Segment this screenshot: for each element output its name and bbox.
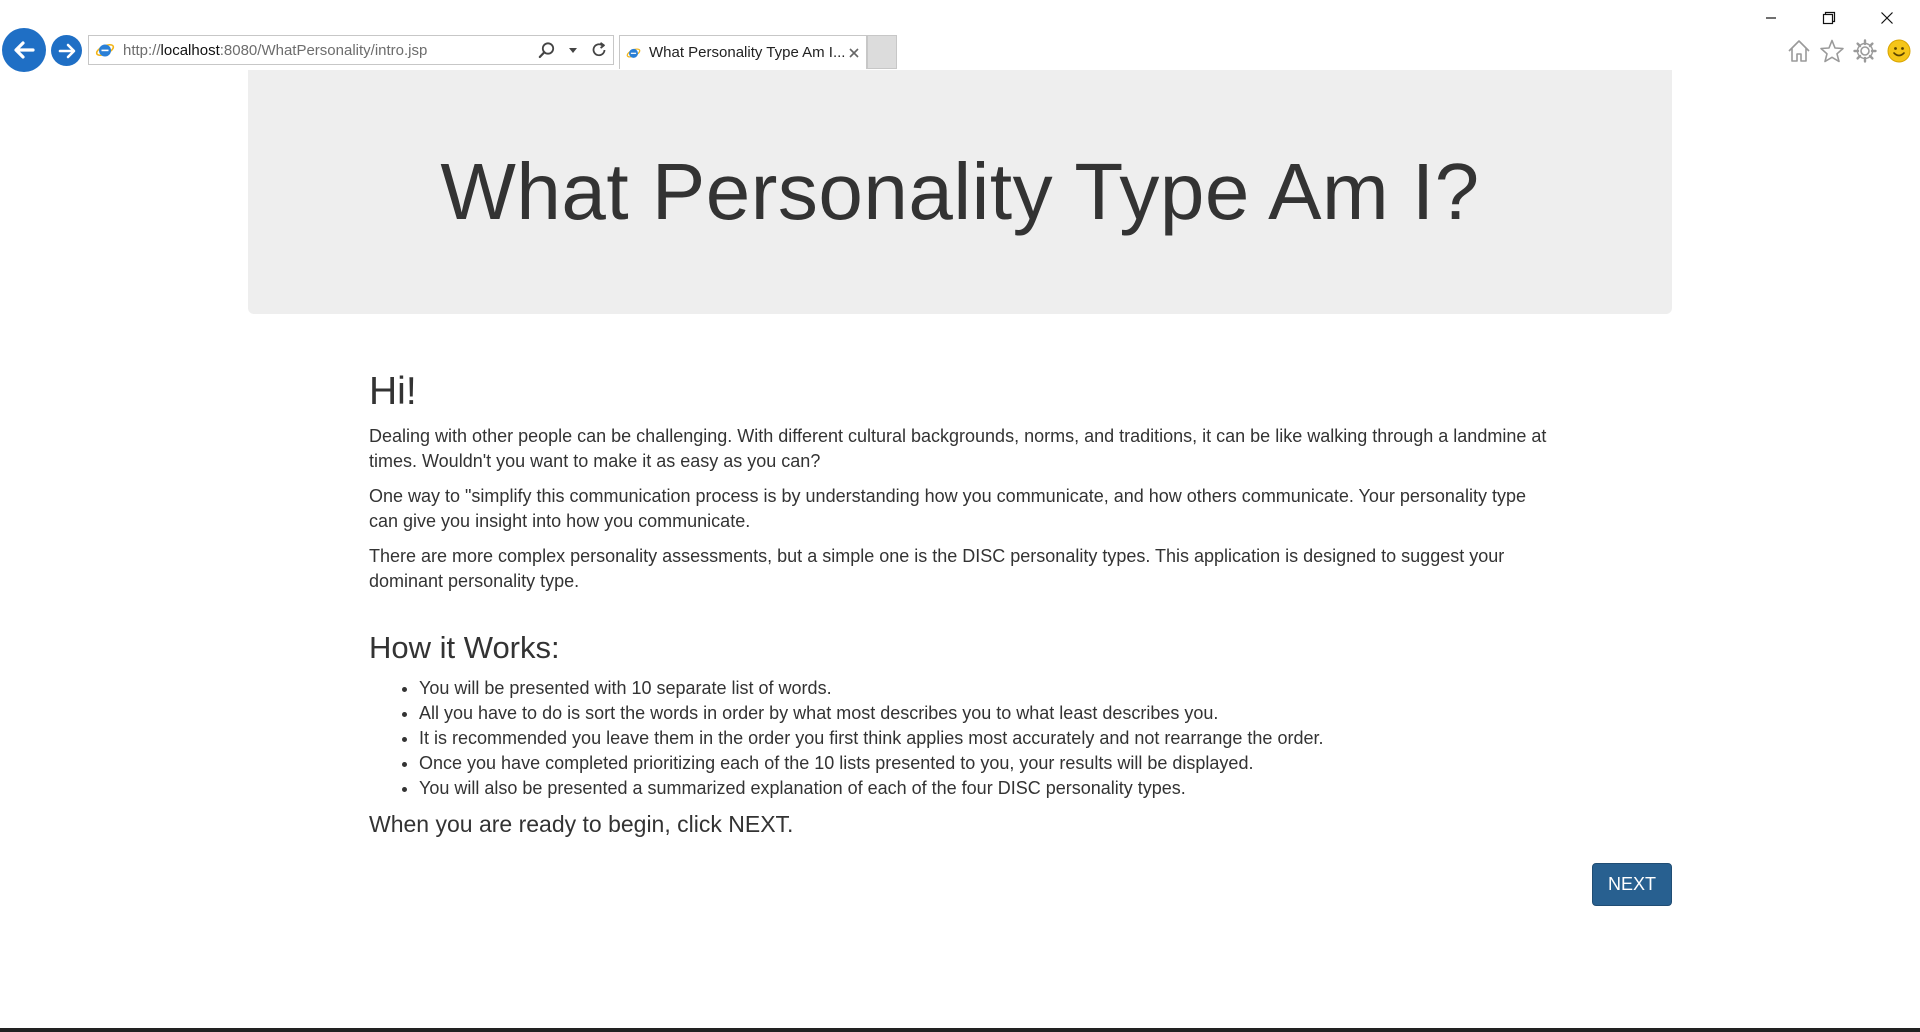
home-button[interactable] xyxy=(1784,36,1814,66)
search-button[interactable] xyxy=(535,38,559,62)
jumbotron: What Personality Type Am I? xyxy=(248,70,1672,314)
address-bar[interactable]: http://localhost:8080/WhatPersonality/in… xyxy=(88,35,614,65)
steps-list: You will be presented with 10 separate l… xyxy=(369,676,1559,801)
back-button[interactable] xyxy=(2,28,46,72)
search-icon xyxy=(538,42,555,59)
close-window-button[interactable] xyxy=(1864,2,1910,34)
tab-close-button[interactable] xyxy=(845,42,862,64)
page-title: What Personality Type Am I? xyxy=(440,147,1480,236)
list-item: All you have to do is sort the words in … xyxy=(419,701,1559,726)
taskbar-edge xyxy=(0,1028,1920,1032)
new-tab-button[interactable] xyxy=(867,35,897,69)
dropdown-icon xyxy=(569,48,577,53)
how-it-works-heading: How it Works: xyxy=(369,630,560,665)
intro-paragraph: Dealing with other people can be challen… xyxy=(369,426,1547,471)
forward-arrow-icon xyxy=(58,43,75,58)
list-item: It is recommended you leave them in the … xyxy=(419,726,1559,751)
url-text[interactable]: http://localhost:8080/WhatPersonality/in… xyxy=(123,42,535,59)
list-item: You will also be presented a summarized … xyxy=(419,776,1559,801)
back-arrow-icon xyxy=(14,41,35,59)
intro-content: Hi! Dealing with other people can be cha… xyxy=(369,370,1559,838)
smiley-icon xyxy=(1887,39,1911,63)
greeting-heading: Hi! xyxy=(369,370,417,413)
intro-paragraph: There are more complex personality asses… xyxy=(369,546,1505,591)
home-icon xyxy=(1788,40,1810,62)
minimize-button[interactable] xyxy=(1748,2,1794,34)
forward-button[interactable] xyxy=(51,35,82,66)
restore-button[interactable] xyxy=(1806,2,1852,34)
list-item: You will be presented with 10 separate l… xyxy=(419,676,1559,701)
browser-chrome: http://localhost:8080/WhatPersonality/in… xyxy=(0,0,1920,72)
intro-paragraph: One way to "simplify this communication … xyxy=(369,486,1526,531)
next-button[interactable]: NEXT xyxy=(1592,863,1672,906)
address-dropdown[interactable] xyxy=(561,38,585,62)
tab-title: What Personality Type Am I... xyxy=(649,44,846,61)
refresh-button[interactable] xyxy=(587,38,611,62)
feedback-button[interactable] xyxy=(1884,36,1914,66)
gear-icon xyxy=(1853,39,1877,63)
close-icon xyxy=(849,47,859,58)
call-to-action-text: When you are ready to begin, click NEXT. xyxy=(369,811,794,837)
ie-logo-icon xyxy=(626,47,641,58)
favorites-button[interactable] xyxy=(1817,36,1847,66)
restore-icon xyxy=(1822,11,1836,25)
settings-button[interactable] xyxy=(1850,36,1880,66)
minimize-icon xyxy=(1766,17,1776,19)
refresh-icon xyxy=(592,42,606,57)
ie-logo-icon xyxy=(95,43,115,57)
tab-active[interactable]: What Personality Type Am I... xyxy=(619,35,867,69)
close-icon xyxy=(1881,12,1893,24)
star-icon xyxy=(1820,39,1844,63)
list-item: Once you have completed prioritizing eac… xyxy=(419,751,1559,776)
